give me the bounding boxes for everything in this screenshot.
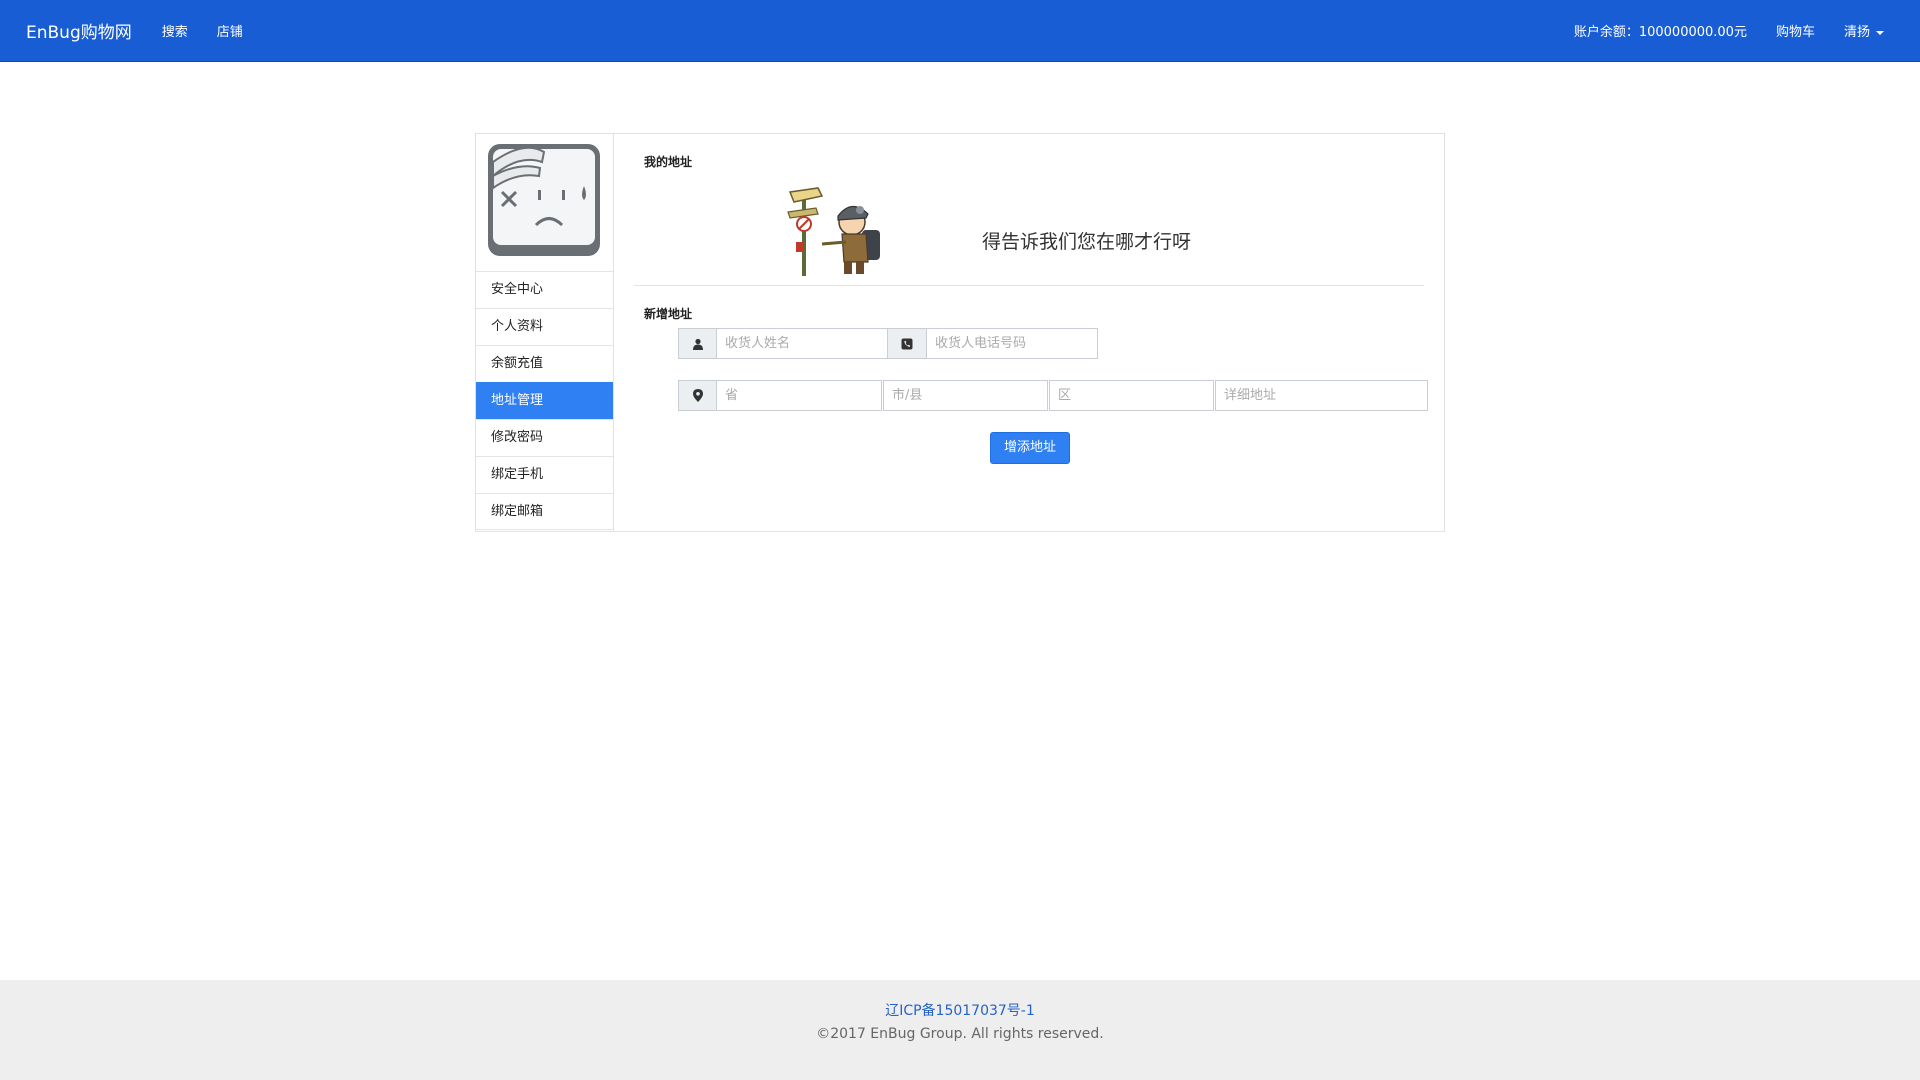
account-panel: 安全中心 个人资料 余额充值 地址管理 修改密码 绑定手机 绑定邮箱 我的地址 [475,133,1445,532]
brand-link[interactable]: EnBug购物网 [26,18,132,43]
user-name: 清扬 [1843,25,1870,40]
cart-link[interactable]: 购物车 [1776,21,1815,40]
province-input[interactable] [717,380,882,411]
menu-item-address[interactable]: 地址管理 [476,382,613,419]
receiver-phone-input[interactable] [927,328,1098,359]
menu-item-security[interactable]: 安全中心 [476,271,613,308]
menu-item-profile[interactable]: 个人资料 [476,308,613,345]
empty-address-message: 得告诉我们您在哪才行呀 [982,231,1192,253]
account-balance: 账户余额：100000000.00元 [1573,25,1747,40]
navbar-right-group: 账户余额：100000000.00元 购物车 清扬 [1574,21,1884,40]
city-input[interactable] [883,380,1048,411]
top-navbar: EnBug购物网 搜索 店铺 账户余额：100000000.00元 购物车 清扬 [0,0,1920,62]
detail-address-input[interactable] [1215,380,1428,411]
menu-item-bind-phone[interactable]: 绑定手机 [476,456,613,493]
menu-item-bind-email[interactable]: 绑定邮箱 [476,493,613,530]
user-menu-toggle[interactable]: 清扬 [1844,21,1884,40]
address-input-row [678,380,1428,411]
traveler-illustration [787,187,880,276]
new-address-title: 新增地址 [644,307,693,321]
add-address-button[interactable]: 增添地址 [990,432,1070,464]
sad-face-avatar-icon [488,144,600,256]
district-input[interactable] [1049,380,1214,411]
phone-icon [888,328,927,359]
nav-shop-link[interactable]: 店铺 [217,21,243,40]
account-sidebar: 安全中心 个人资料 余额充值 地址管理 修改密码 绑定手机 绑定邮箱 [476,134,614,531]
address-content: 我的地址 得告诉我们您在哪才行呀 新增地址 收货人姓名 收货人电话号码 省 市/… [614,134,1444,531]
caret-down-icon [1876,30,1884,35]
copyright-text: ©2017 EnBug Group. All rights reserved. [816,1026,1104,1042]
page-footer: 辽ICP备15017037号-1 ©2017 EnBug Group. All … [0,980,1920,1080]
contact-input-row [678,328,1098,359]
menu-item-password[interactable]: 修改密码 [476,419,613,456]
nav-search-link[interactable]: 搜索 [162,21,188,40]
map-marker-icon [678,380,717,411]
receiver-name-input[interactable] [717,328,888,359]
account-menu: 安全中心 个人资料 余额充值 地址管理 修改密码 绑定手机 绑定邮箱 [476,271,613,530]
icp-link[interactable]: 辽ICP备15017037号-1 [0,1000,1920,1020]
menu-item-recharge[interactable]: 余额充值 [476,345,613,382]
user-icon [678,328,717,359]
my-address-title: 我的地址 [644,155,693,169]
section-divider [634,285,1424,286]
